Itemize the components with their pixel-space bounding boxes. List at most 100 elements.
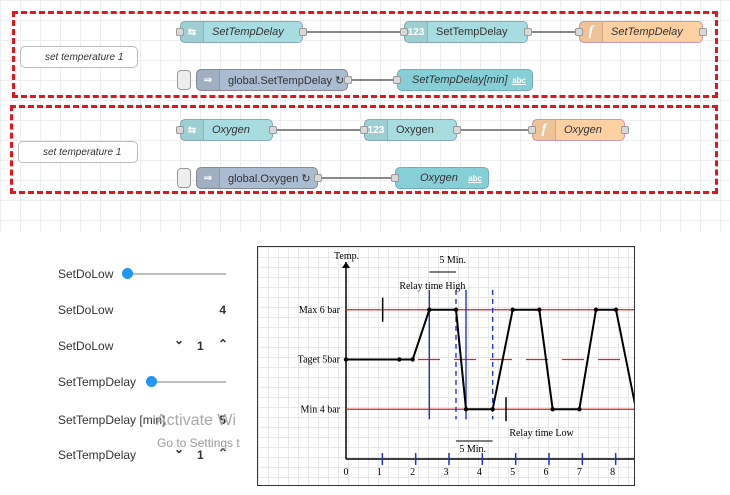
data-point — [463, 407, 469, 412]
change-node-label: Oxygen — [212, 124, 250, 136]
number-node-label: Oxygen — [396, 124, 434, 136]
debug-tag: abc — [468, 173, 482, 183]
inject-button[interactable] — [177, 168, 191, 188]
comment-node[interactable]: set temperature 1 — [18, 141, 138, 163]
wire — [322, 177, 398, 179]
function-node-label: Oxygen — [564, 124, 602, 136]
annotation-label: Relay time Low — [509, 428, 574, 439]
number-123-icon: 123 — [365, 120, 388, 140]
number-node-oxygen[interactable]: 123 Oxygen — [360, 119, 461, 141]
chart-svg: Temp. Max 6 bar Taget 5bar Min 4 bar 0 1 2 3 4 5 6… — [298, 251, 634, 478]
dashboard-row: SetTempDelay — [48, 367, 238, 397]
function-node-oxygen[interactable]: f Oxygen — [528, 119, 629, 141]
output-port[interactable] — [699, 28, 707, 36]
wire — [277, 129, 367, 131]
input-port[interactable] — [575, 28, 583, 36]
function-node-settempdelay[interactable]: f SetTempDelay — [575, 21, 707, 43]
input-port[interactable] — [176, 28, 184, 36]
number-node-settempdelay[interactable]: 123 SetTempDelay — [400, 21, 532, 43]
slider-track[interactable] — [122, 268, 226, 279]
debug-node-label: Oxygen — [420, 172, 458, 184]
output-port[interactable] — [453, 126, 461, 134]
change-node-label: SetTempDelay — [212, 26, 284, 38]
inject-node-label: global.SetTempDelay ↻ — [228, 74, 345, 87]
shuffle-icon: ⇆ — [181, 22, 204, 42]
annotation-label: Relay time High — [399, 281, 465, 292]
data-point — [633, 408, 634, 411]
slider-knob[interactable] — [146, 376, 157, 387]
activate-windows-watermark: Activate Wi — [156, 412, 237, 429]
data-point — [397, 357, 402, 362]
comment-label: set temperature 1 — [43, 146, 122, 158]
arrow-icon: ⇒ — [197, 70, 220, 90]
chevron-up-icon[interactable]: ⌃ — [218, 337, 228, 351]
x-tick-label: 3 — [444, 467, 449, 478]
input-port[interactable] — [360, 126, 368, 134]
y-tick-label: Max 6 bar — [299, 305, 341, 316]
input-port[interactable] — [393, 76, 401, 84]
inject-node-global-oxygen[interactable]: ⇒ global.Oxygen ↻ — [177, 167, 322, 189]
wire — [307, 31, 407, 33]
data-point — [410, 357, 415, 362]
y-axis-label: Temp. — [334, 251, 359, 262]
inject-node-global-settempdelay[interactable]: ⇒ global.SetTempDelay ↻ — [177, 69, 352, 91]
output-port[interactable] — [621, 126, 629, 134]
data-point — [537, 307, 542, 312]
input-port[interactable] — [400, 28, 408, 36]
numeric-value: 1 — [197, 339, 204, 353]
numeric-value: 1 — [197, 448, 204, 462]
flow-canvas[interactable]: set temperature 1 ⇆ SetTempDelay 123 Set… — [0, 0, 730, 232]
row-value: 4 — [219, 303, 226, 317]
data-point — [510, 307, 515, 312]
slider-knob[interactable] — [122, 268, 133, 279]
debug-node-oxygen[interactable]: Oxygen abc — [391, 167, 489, 189]
debug-node-label: SetTempDelay[min] — [412, 74, 508, 86]
function-icon: f — [533, 120, 556, 140]
function-node-label: SetTempDelay — [611, 26, 683, 38]
wire — [461, 129, 535, 131]
row-label: SetTempDelay [min] — [58, 413, 166, 427]
number-123-icon: 123 — [405, 22, 428, 42]
y-tick-label: Taget 5bar — [298, 355, 341, 366]
x-tick-label: 2 — [410, 467, 415, 478]
slider-track[interactable] — [146, 376, 226, 387]
row-label: SetDoLow — [58, 339, 114, 353]
function-icon: f — [580, 22, 603, 42]
annotation-label: 5 Min. — [459, 444, 486, 455]
input-port[interactable] — [528, 126, 536, 134]
output-port[interactable] — [524, 28, 532, 36]
number-node-label: SetTempDelay — [436, 26, 508, 38]
dashboard-row: SetDoLow ⌄ 1 ⌃ — [48, 331, 238, 361]
chevron-down-icon[interactable]: ⌄ — [174, 333, 184, 347]
x-tick-label: 5 — [510, 467, 515, 478]
output-port[interactable] — [344, 76, 352, 84]
data-point — [613, 307, 619, 312]
y-axis-arrow — [342, 262, 350, 268]
row-label: SetDoLow — [58, 267, 114, 281]
x-tick-label: 8 — [610, 467, 615, 478]
activate-windows-hint: Go to Settings t — [157, 436, 240, 450]
data-point — [427, 307, 432, 312]
output-port[interactable] — [299, 28, 307, 36]
arrow-icon: ⇒ — [197, 168, 220, 188]
debug-tag: abc — [512, 75, 526, 85]
input-port[interactable] — [176, 126, 184, 134]
data-point — [577, 407, 582, 412]
debug-node-settempdelay-min[interactable]: SetTempDelay[min] abc — [393, 69, 533, 91]
inject-node-label: global.Oxygen ↻ — [228, 172, 311, 185]
row-label: SetTempDelay — [58, 375, 137, 389]
output-port[interactable] — [314, 174, 322, 182]
x-tick-label: 1 — [377, 467, 382, 478]
dashboard-row: SetDoLow — [48, 259, 238, 289]
input-port[interactable] — [391, 174, 399, 182]
output-port[interactable] — [269, 126, 277, 134]
comment-node[interactable]: set temperature 1 — [20, 46, 138, 68]
change-node-settempdelay[interactable]: ⇆ SetTempDelay — [176, 21, 307, 43]
relay-timing-chart: Temp. Max 6 bar Taget 5bar Min 4 bar 0 1 2 3 4 5 6… — [257, 246, 635, 486]
row-label: SetDoLow — [58, 303, 114, 317]
inject-button[interactable] — [177, 70, 191, 90]
change-node-oxygen[interactable]: ⇆ Oxygen — [176, 119, 277, 141]
x-tick-label: 4 — [477, 467, 482, 478]
y-tick-label: Min 4 bar — [301, 404, 341, 415]
shuffle-icon: ⇆ — [181, 120, 204, 140]
